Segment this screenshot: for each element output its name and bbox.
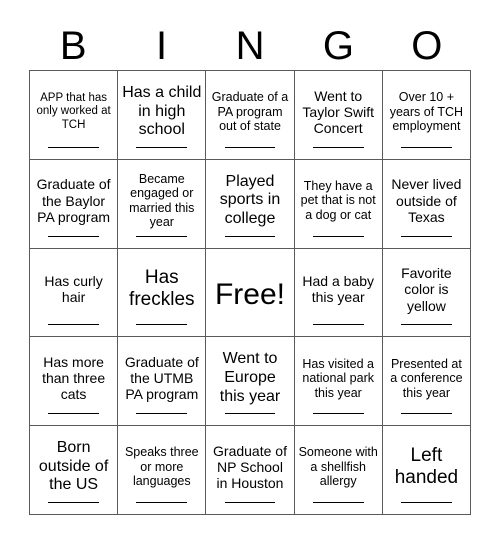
bingo-cell[interactable]: Has a child in high school [118, 71, 207, 160]
bingo-cell[interactable]: Went to Taylor Swift Concert [294, 71, 383, 160]
bingo-cell-label: Went to Taylor Swift Concert [302, 87, 374, 137]
signature-line[interactable] [312, 324, 364, 326]
signature-line[interactable] [312, 235, 364, 237]
bingo-cell[interactable]: APP that has only worked at TCH [30, 71, 119, 160]
signature-line[interactable] [401, 413, 452, 415]
bingo-cell-label: Played sports in college [219, 172, 281, 227]
bingo-cell-label: Went to Europe this year [219, 350, 281, 405]
bingo-card: B I N G O APP that has only worked at TC… [0, 0, 500, 544]
bingo-cell-label: Has more than three cats [42, 353, 106, 403]
signature-line[interactable] [401, 146, 452, 148]
signature-line[interactable] [224, 502, 276, 503]
bingo-cell[interactable]: Graduate of NP School in Houston [206, 426, 295, 515]
signature-line[interactable] [312, 502, 364, 503]
bingo-cell[interactable]: Over 10 + years of TCH employment [382, 71, 471, 160]
signature-line[interactable] [401, 324, 452, 326]
signature-line[interactable] [48, 502, 99, 503]
bingo-cell-label: Graduate of a PA program out of state [211, 90, 289, 134]
bingo-cell-label: Became engaged or married this year [129, 171, 195, 230]
signature-line[interactable] [48, 146, 99, 148]
bingo-cell-label: Never lived outside of Texas [391, 176, 462, 225]
bingo-cell[interactable]: Speaks three or more languages [118, 426, 207, 515]
header-letter-b: B [59, 24, 87, 68]
signature-line[interactable] [136, 324, 188, 326]
bingo-cell[interactable]: Graduate of the Baylor PA program [30, 159, 119, 249]
bingo-cell-label: Has a child in high school [122, 84, 202, 139]
signature-line[interactable] [136, 235, 188, 237]
bingo-cell-label: Presented at a conference this year [390, 356, 463, 400]
bingo-cell-label: Someone with a shellfish allergy [298, 445, 378, 489]
bingo-cell-label: Graduate of NP School in Houston [213, 442, 287, 492]
signature-line[interactable] [48, 324, 99, 326]
signature-line[interactable] [401, 235, 452, 237]
bingo-cell[interactable]: Has visited a national park this year [294, 337, 383, 427]
bingo-cell-label: Has freckles [129, 267, 195, 311]
bingo-cell-label: They have a pet that is not a dog or cat [300, 178, 376, 222]
signature-line[interactable] [136, 413, 188, 415]
bingo-cell[interactable]: Presented at a conference this year [382, 337, 471, 427]
bingo-cell-label: Born outside of the US [38, 439, 109, 494]
bingo-cell[interactable]: Graduate of the UTMB PA program [118, 337, 207, 427]
signature-line[interactable] [401, 502, 452, 503]
bingo-cell[interactable]: Went to Europe this year [206, 337, 295, 427]
bingo-cell-label: Has curly hair [44, 273, 103, 306]
bingo-cell[interactable]: Became engaged or married this year [118, 159, 207, 249]
bingo-cell[interactable]: Someone with a shellfish allergy [294, 426, 383, 515]
bingo-cell-free[interactable]: Free! [206, 248, 295, 338]
signature-line[interactable] [136, 502, 188, 503]
bingo-header-row: B I N G O [29, 22, 471, 70]
signature-line[interactable] [136, 146, 188, 148]
bingo-cell-label: Favorite color is yellow [401, 265, 452, 314]
signature-line[interactable] [48, 235, 99, 237]
signature-line[interactable] [224, 235, 276, 237]
bingo-cell[interactable]: Has curly hair [30, 248, 119, 338]
bingo-cell[interactable]: Played sports in college [206, 159, 295, 249]
bingo-cell-label: Free! [214, 278, 285, 312]
bingo-cell-label: Over 10 + years of TCH employment [389, 90, 464, 134]
signature-line[interactable] [48, 413, 99, 415]
bingo-cell[interactable]: Has more than three cats [30, 337, 119, 427]
header-letter-n: N [235, 24, 265, 68]
bingo-cell-label: Had a baby this year [302, 273, 374, 306]
header-letter-o: O [411, 24, 443, 68]
bingo-cell[interactable]: Born outside of the US [30, 426, 119, 515]
signature-line[interactable] [312, 146, 364, 148]
signature-line[interactable] [312, 413, 364, 415]
bingo-cell-label: Left handed [394, 445, 459, 489]
bingo-cell[interactable]: Has freckles [118, 248, 207, 338]
bingo-cell-label: Graduate of the Baylor PA program [36, 176, 111, 225]
header-letter-g: G [322, 24, 354, 68]
header-letter-i: I [156, 24, 168, 68]
signature-line[interactable] [224, 413, 276, 415]
bingo-cell-label: APP that has only worked at TCH [36, 91, 111, 131]
bingo-cell[interactable]: Never lived outside of Texas [382, 159, 471, 249]
bingo-cell[interactable]: Had a baby this year [294, 248, 383, 338]
bingo-cell[interactable]: They have a pet that is not a dog or cat [294, 159, 383, 249]
bingo-cell-label: Has visited a national park this year [302, 356, 374, 400]
bingo-cell[interactable]: Favorite color is yellow [382, 248, 471, 338]
bingo-cell[interactable]: Graduate of a PA program out of state [206, 71, 295, 160]
bingo-cell-label: Speaks three or more languages [124, 445, 199, 489]
bingo-grid: APP that has only worked at TCH Has a chi… [29, 70, 471, 515]
signature-line[interactable] [224, 146, 276, 148]
bingo-cell[interactable]: Left handed [382, 426, 471, 515]
bingo-cell-label: Graduate of the UTMB PA program [124, 353, 199, 403]
